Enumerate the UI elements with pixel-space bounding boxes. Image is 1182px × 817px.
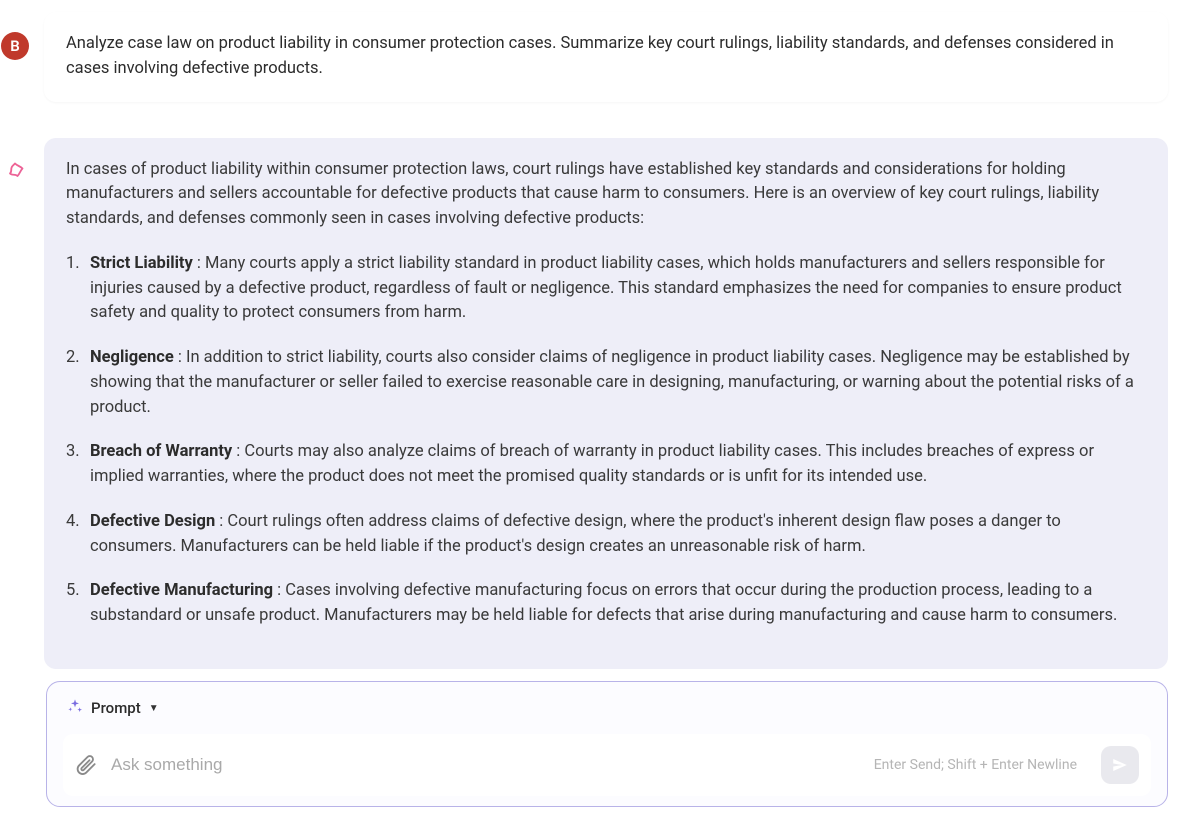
user-message-bubble: Analyze case law on product liability in… (44, 12, 1168, 102)
attach-button[interactable] (75, 754, 97, 776)
list-item-title: Defective Design (90, 512, 215, 531)
input-hint: Enter Send; Shift + Enter Newline (874, 757, 1077, 773)
list-item-body: : In addition to strict liability, court… (90, 348, 1134, 417)
send-icon (1111, 756, 1129, 774)
input-row: Enter Send; Shift + Enter Newline (63, 734, 1151, 796)
list-item: Breach of Warranty : Courts may also ana… (66, 440, 1146, 490)
list-item-title: Strict Liability (90, 254, 193, 273)
ai-message-row: In cases of product liability within con… (0, 138, 1182, 669)
ai-message-bubble: In cases of product liability within con… (44, 138, 1168, 669)
mode-selector[interactable]: Prompt ▼ (63, 696, 1151, 734)
sparkle-icon (67, 698, 83, 718)
list-item: Strict Liability : Many courts apply a s… (66, 252, 1146, 326)
user-avatar-col: B (0, 12, 30, 60)
list-item-body: : Courts may also analyze claims of brea… (90, 442, 1094, 486)
list-item-body: : Court rulings often address claims of … (90, 512, 1061, 556)
chevron-down-icon: ▼ (149, 703, 159, 714)
ai-avatar-icon (4, 160, 26, 182)
ai-response-list: Strict Liability : Many courts apply a s… (66, 252, 1146, 629)
list-item-body: : Many courts apply a strict liability s… (90, 254, 1122, 323)
list-item-title: Negligence (90, 348, 174, 367)
list-item-title: Defective Manufacturing (90, 581, 273, 600)
send-button[interactable] (1101, 746, 1139, 784)
user-message-row: B Analyze case law on product liability … (0, 12, 1182, 102)
composer: Prompt ▼ Enter Send; Shift + Enter Newli… (46, 681, 1168, 807)
list-item: Defective Manufacturing : Cases involvin… (66, 579, 1146, 629)
mode-label: Prompt (91, 699, 141, 717)
list-item-title: Breach of Warranty (90, 442, 232, 461)
message-input[interactable] (111, 755, 860, 775)
list-item: Defective Design : Court rulings often a… (66, 510, 1146, 560)
list-item: Negligence : In addition to strict liabi… (66, 346, 1146, 420)
user-avatar: B (1, 32, 29, 60)
ai-intro-text: In cases of product liability within con… (66, 158, 1146, 232)
ai-avatar-col (0, 138, 30, 182)
